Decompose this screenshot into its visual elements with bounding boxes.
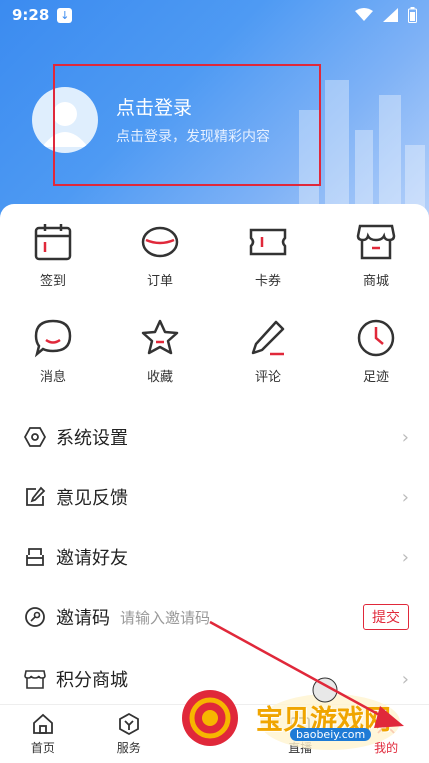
cube-icon	[118, 712, 139, 736]
chevron-right-icon: ›	[401, 486, 409, 508]
pencil-icon	[251, 320, 285, 356]
menu-item-feedback[interactable]: 意见反馈 ›	[0, 468, 429, 526]
menu-label: 邀请码	[56, 608, 110, 629]
menu-label: 系统设置	[56, 428, 128, 449]
grid-item-history[interactable]: 足迹	[336, 318, 416, 385]
invite-envelope-icon	[26, 548, 44, 566]
grid-item-orders[interactable]: 订单	[120, 222, 200, 289]
shop-icon	[356, 224, 396, 260]
grid-label: 收藏	[146, 370, 173, 385]
key-icon	[25, 607, 45, 627]
grid-label: 签到	[39, 274, 66, 289]
settings-hexagon-icon	[24, 427, 46, 447]
grid-label: 商城	[362, 274, 389, 289]
status-bar: 9:28 ↓	[0, 0, 429, 30]
calendar-icon	[34, 224, 72, 261]
grid-label: 消息	[39, 370, 66, 385]
grid-label: 足迹	[362, 370, 389, 385]
watermark-url: baobeiy.com	[290, 728, 372, 741]
grid-label: 卡券	[254, 274, 281, 289]
grid-label: 订单	[146, 274, 173, 289]
clock-icon	[357, 319, 395, 357]
download-icon: ↓	[57, 7, 73, 23]
store-icon	[24, 670, 46, 689]
menu-item-invite-friends[interactable]: 邀请好友 ›	[0, 528, 429, 586]
menu-label: 意见反馈	[56, 488, 128, 509]
tab-label: 服务	[116, 741, 141, 755]
tab-label: 我的	[374, 741, 399, 755]
chevron-right-icon: ›	[401, 668, 409, 690]
highlight-box	[53, 64, 321, 186]
home-icon	[32, 713, 53, 734]
edit-icon	[26, 486, 46, 506]
tab-label: 直播	[288, 741, 313, 755]
grid-item-messages[interactable]: 消息	[13, 318, 93, 385]
tab-center[interactable]	[172, 705, 258, 763]
wifi-icon	[355, 8, 373, 21]
menu-item-invite-code: 邀请码 请输入邀请码 提交	[0, 588, 429, 646]
grid-item-coupons[interactable]: 卡券	[228, 222, 308, 289]
menu-item-settings[interactable]: 系统设置 ›	[0, 408, 429, 466]
message-icon	[34, 319, 72, 358]
grid-item-shop[interactable]: 商城	[336, 222, 416, 289]
submit-button[interactable]: 提交	[363, 604, 409, 630]
menu-label: 邀请好友	[56, 548, 128, 569]
chevron-right-icon: ›	[401, 426, 409, 448]
grid-item-favorites[interactable]: 收藏	[120, 318, 200, 385]
battery-icon	[408, 7, 417, 23]
signal-icon	[383, 8, 398, 22]
invite-code-input[interactable]: 请输入邀请码	[120, 607, 210, 628]
chevron-right-icon: ›	[401, 546, 409, 568]
menu-label: 积分商城	[56, 670, 128, 691]
status-time: 9:28	[12, 6, 50, 24]
tab-home[interactable]: 首页	[0, 705, 86, 763]
grid-item-checkin[interactable]: 签到	[13, 222, 93, 289]
ticket-icon	[249, 228, 287, 256]
tab-label: 首页	[30, 741, 55, 755]
star-icon	[141, 319, 179, 355]
grid-label: 评论	[254, 370, 281, 385]
grid-item-comments[interactable]: 评论	[228, 318, 308, 385]
order-icon	[141, 226, 179, 258]
tab-services[interactable]: 服务	[86, 705, 172, 763]
